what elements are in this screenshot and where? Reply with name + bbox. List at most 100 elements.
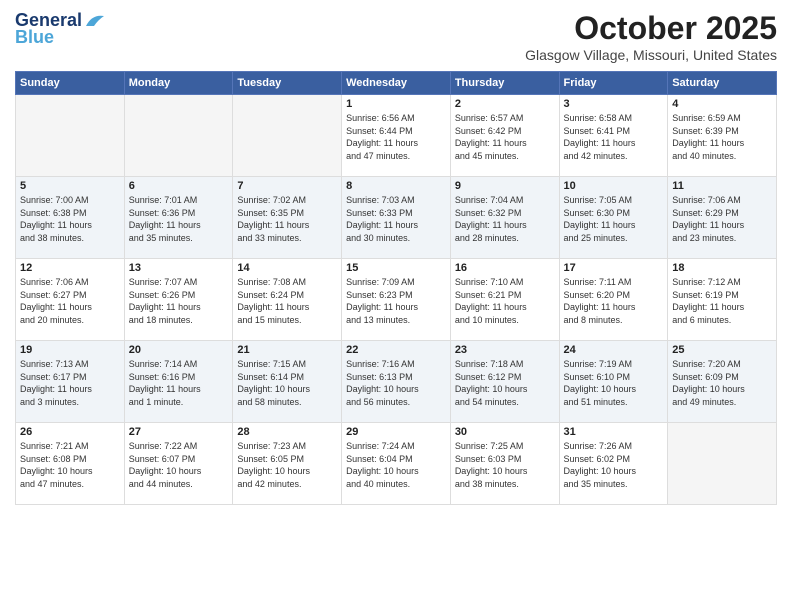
day-cell: 24 Sunrise: 7:19 AM Sunset: 6:10 PM Dayli… [559,341,668,423]
day-number: 18 [672,262,772,274]
day-number: 3 [564,98,664,110]
week-row-3: 12Sunrise: 7:06 AM Sunset: 6:27 PM Dayli… [16,259,777,341]
day-cell: 15Sunrise: 7:09 AM Sunset: 6:23 PM Dayli… [342,259,451,341]
day-cell: 27 Sunrise: 7:22 AM Sunset: 6:07 PM Dayli… [124,423,233,505]
day-cell: 28Sunrise: 7:23 AM Sunset: 6:05 PM Dayli… [233,423,342,505]
day-info: Sunrise: 7:06 AM Sunset: 6:29 PM Dayligh… [672,194,772,244]
day-cell: 21 Sunrise: 7:15 AM Sunset: 6:14 PM Dayli… [233,341,342,423]
day-cell: 10Sunrise: 7:05 AM Sunset: 6:30 PM Dayli… [559,177,668,259]
day-cell: 26 Sunrise: 7:21 AM Sunset: 6:08 PM Dayli… [16,423,125,505]
day-number: 31 [564,426,664,438]
week-row-5: 26 Sunrise: 7:21 AM Sunset: 6:08 PM Dayli… [16,423,777,505]
day-info: Sunrise: 7:04 AM Sunset: 6:32 PM Dayligh… [455,194,555,244]
logo-wing-icon [84,12,106,28]
day-number: 20 [129,344,229,356]
header: General Blue October 2025 Glasgow Villag… [15,10,777,63]
day-number: 1 [346,98,446,110]
day-number: 13 [129,262,229,274]
page: General Blue October 2025 Glasgow Villag… [0,0,792,612]
day-number: 5 [20,180,120,192]
day-info: Sunrise: 7:03 AM Sunset: 6:33 PM Dayligh… [346,194,446,244]
day-info: Sunrise: 7:09 AM Sunset: 6:23 PM Dayligh… [346,276,446,326]
day-cell: 6 Sunrise: 7:01 AM Sunset: 6:36 PM Daylig… [124,177,233,259]
day-info: Sunrise: 7:24 AM Sunset: 6:04 PM Dayligh… [346,440,446,490]
day-number: 8 [346,180,446,192]
day-cell: 23Sunrise: 7:18 AM Sunset: 6:12 PM Dayli… [450,341,559,423]
day-number: 24 [564,344,664,356]
day-info: Sunrise: 7:21 AM Sunset: 6:08 PM Dayligh… [20,440,120,490]
logo-blue: Blue [15,27,54,48]
day-cell [233,95,342,177]
weekday-header-sunday: Sunday [16,72,125,95]
day-number: 22 [346,344,446,356]
day-info: Sunrise: 7:14 AM Sunset: 6:16 PM Dayligh… [129,358,229,408]
day-cell: 5 Sunrise: 7:00 AM Sunset: 6:38 PM Daylig… [16,177,125,259]
day-info: Sunrise: 7:25 AM Sunset: 6:03 PM Dayligh… [455,440,555,490]
day-cell: 3 Sunrise: 6:58 AM Sunset: 6:41 PM Daylig… [559,95,668,177]
day-number: 10 [564,180,664,192]
day-cell: 8 Sunrise: 7:03 AM Sunset: 6:33 PM Daylig… [342,177,451,259]
day-info: Sunrise: 7:06 AM Sunset: 6:27 PM Dayligh… [20,276,120,326]
weekday-header-friday: Friday [559,72,668,95]
day-info: Sunrise: 7:20 AM Sunset: 6:09 PM Dayligh… [672,358,772,408]
day-info: Sunrise: 6:56 AM Sunset: 6:44 PM Dayligh… [346,112,446,162]
day-cell: 9Sunrise: 7:04 AM Sunset: 6:32 PM Daylig… [450,177,559,259]
day-info: Sunrise: 7:26 AM Sunset: 6:02 PM Dayligh… [564,440,664,490]
day-number: 19 [20,344,120,356]
day-cell: 12Sunrise: 7:06 AM Sunset: 6:27 PM Dayli… [16,259,125,341]
day-number: 23 [455,344,555,356]
day-number: 29 [346,426,446,438]
title-area: October 2025 Glasgow Village, Missouri, … [525,10,777,63]
day-cell: 18 Sunrise: 7:12 AM Sunset: 6:19 PM Dayli… [668,259,777,341]
day-info: Sunrise: 7:13 AM Sunset: 6:17 PM Dayligh… [20,358,120,408]
week-row-4: 19 Sunrise: 7:13 AM Sunset: 6:17 PM Dayli… [16,341,777,423]
day-cell: 11 Sunrise: 7:06 AM Sunset: 6:29 PM Dayli… [668,177,777,259]
day-info: Sunrise: 6:57 AM Sunset: 6:42 PM Dayligh… [455,112,555,162]
day-number: 14 [237,262,337,274]
day-cell [668,423,777,505]
day-info: Sunrise: 7:02 AM Sunset: 6:35 PM Dayligh… [237,194,337,244]
day-info: Sunrise: 7:00 AM Sunset: 6:38 PM Dayligh… [20,194,120,244]
day-number: 4 [672,98,772,110]
calendar: SundayMondayTuesdayWednesdayThursdayFrid… [15,71,777,505]
month-title: October 2025 [525,10,777,47]
day-cell: 2Sunrise: 6:57 AM Sunset: 6:42 PM Daylig… [450,95,559,177]
day-cell: 14 Sunrise: 7:08 AM Sunset: 6:24 PM Dayli… [233,259,342,341]
day-cell: 31 Sunrise: 7:26 AM Sunset: 6:02 PM Dayli… [559,423,668,505]
day-cell: 1 Sunrise: 6:56 AM Sunset: 6:44 PM Daylig… [342,95,451,177]
day-info: Sunrise: 6:59 AM Sunset: 6:39 PM Dayligh… [672,112,772,162]
day-cell: 29 Sunrise: 7:24 AM Sunset: 6:04 PM Dayli… [342,423,451,505]
day-info: Sunrise: 7:23 AM Sunset: 6:05 PM Dayligh… [237,440,337,490]
day-info: Sunrise: 7:22 AM Sunset: 6:07 PM Dayligh… [129,440,229,490]
day-info: Sunrise: 7:12 AM Sunset: 6:19 PM Dayligh… [672,276,772,326]
day-number: 25 [672,344,772,356]
day-number: 27 [129,426,229,438]
weekday-header-thursday: Thursday [450,72,559,95]
day-number: 7 [237,180,337,192]
day-cell [124,95,233,177]
day-info: Sunrise: 7:08 AM Sunset: 6:24 PM Dayligh… [237,276,337,326]
day-cell: 19 Sunrise: 7:13 AM Sunset: 6:17 PM Dayli… [16,341,125,423]
day-info: Sunrise: 7:11 AM Sunset: 6:20 PM Dayligh… [564,276,664,326]
day-number: 6 [129,180,229,192]
weekday-header-row: SundayMondayTuesdayWednesdayThursdayFrid… [16,72,777,95]
day-number: 11 [672,180,772,192]
logo: General Blue [15,10,106,48]
week-row-1: 1 Sunrise: 6:56 AM Sunset: 6:44 PM Daylig… [16,95,777,177]
day-number: 21 [237,344,337,356]
day-info: Sunrise: 6:58 AM Sunset: 6:41 PM Dayligh… [564,112,664,162]
day-cell: 13Sunrise: 7:07 AM Sunset: 6:26 PM Dayli… [124,259,233,341]
weekday-header-wednesday: Wednesday [342,72,451,95]
day-cell: 22Sunrise: 7:16 AM Sunset: 6:13 PM Dayli… [342,341,451,423]
day-info: Sunrise: 7:19 AM Sunset: 6:10 PM Dayligh… [564,358,664,408]
weekday-header-monday: Monday [124,72,233,95]
day-number: 17 [564,262,664,274]
day-info: Sunrise: 7:01 AM Sunset: 6:36 PM Dayligh… [129,194,229,244]
day-info: Sunrise: 7:15 AM Sunset: 6:14 PM Dayligh… [237,358,337,408]
day-number: 26 [20,426,120,438]
day-number: 30 [455,426,555,438]
day-number: 16 [455,262,555,274]
day-info: Sunrise: 7:10 AM Sunset: 6:21 PM Dayligh… [455,276,555,326]
weekday-header-tuesday: Tuesday [233,72,342,95]
day-cell: 16 Sunrise: 7:10 AM Sunset: 6:21 PM Dayli… [450,259,559,341]
